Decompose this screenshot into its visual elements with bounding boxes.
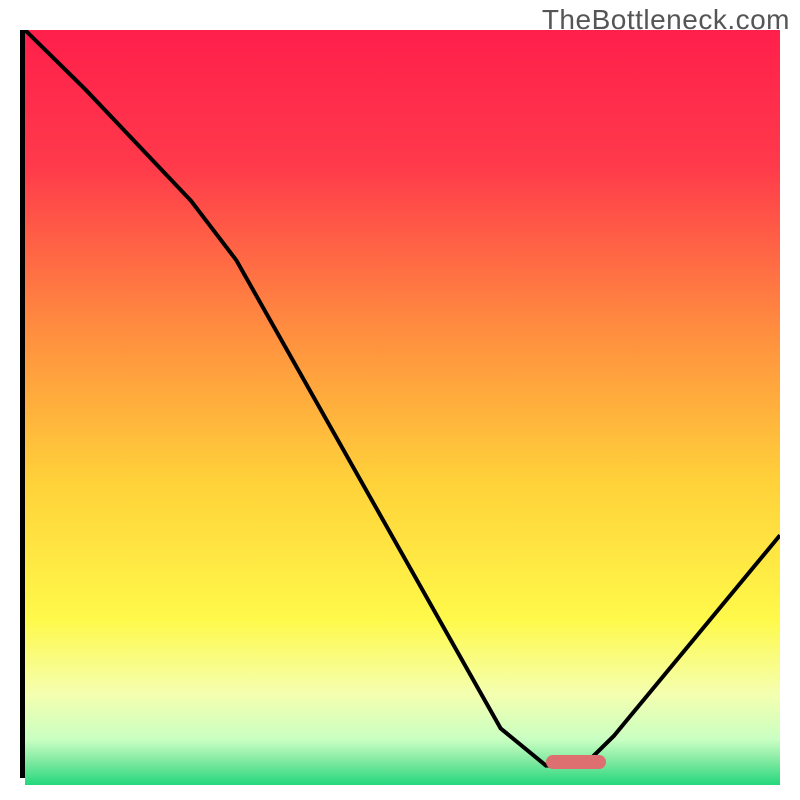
bottleneck-curve [25,30,780,773]
plot-area [20,30,780,778]
optimal-range-marker [546,755,606,769]
chart-frame: TheBottleneck.com [0,0,800,800]
watermark-text: TheBottleneck.com [542,4,790,36]
